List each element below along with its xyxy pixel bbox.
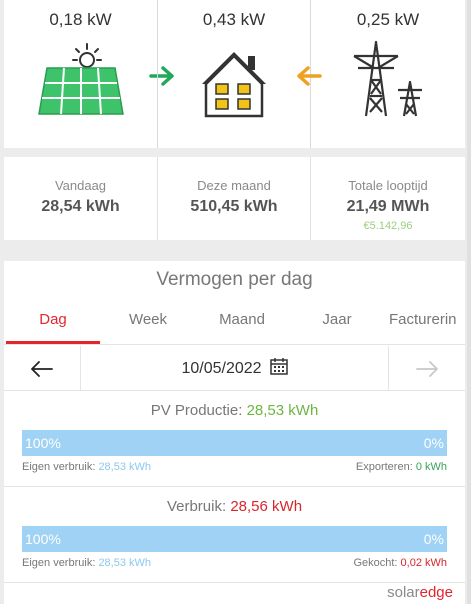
consumption-self-use-value: 28,53 kWh: [98, 557, 152, 569]
pv-self-use-value: 28,53 kWh: [98, 461, 152, 473]
consumption-bought-percent: 0%: [423, 531, 444, 547]
consumption-bought: Gekocht: 0,02 kWh: [353, 557, 447, 569]
consumption-label: Verbruik:: [166, 498, 231, 515]
arrow-right-icon: [416, 360, 438, 377]
scrollbar[interactable]: [467, 0, 471, 604]
energy-stats-card: Vandaag 28,54 kWh Deze maand 510,45 kWh …: [4, 157, 465, 240]
today-stat: Vandaag 28,54 kWh: [4, 157, 157, 240]
pv-export: Exporteren: 0 kWh: [356, 461, 447, 473]
pv-export-label: Exporteren:: [355, 461, 416, 473]
grid-power-value: 0,25 kW: [356, 10, 420, 29]
self-use-percent: 100%: [25, 435, 61, 451]
pv-production-title: PV Productie: 28,53 kWh: [4, 402, 465, 419]
consumption-self-use: Eigen verbruik: 28,53 kWh: [22, 557, 151, 569]
grid-panel[interactable]: 0,25 kW: [311, 0, 465, 148]
power-pylon-icon: [346, 38, 430, 127]
tab-day[interactable]: Dag: [6, 301, 100, 344]
consumption-section: Verbruik: 28,56 kWh 100% 0% Eigen verbru…: [4, 488, 465, 583]
selected-date: 10/05/2022: [181, 359, 262, 377]
load-panel[interactable]: 0,43 kW: [157, 0, 311, 148]
pv-production-label: PV Productie:: [150, 402, 247, 419]
solaredge-logo: solaredge: [387, 584, 453, 601]
calendar-icon: [269, 357, 288, 380]
pv-self-use-label: Eigen verbruik:: [22, 461, 99, 473]
logo-part-solar: solar: [387, 584, 420, 601]
pv-power-value: 0,18 kW: [49, 10, 112, 29]
month-stat: Deze maand 510,45 kWh: [157, 157, 311, 240]
month-value: 510,45 kWh: [190, 198, 278, 215]
lifetime-value: 21,49 MWh: [346, 198, 430, 215]
lifetime-revenue: €5.142,96: [363, 220, 413, 232]
tab-month[interactable]: Maand: [196, 301, 288, 344]
consumption-bought-label: Gekocht:: [353, 557, 401, 569]
today-label: Vandaag: [54, 178, 107, 193]
pv-production-section: PV Productie: 28,53 kWh 100% 0% Eigen ve…: [4, 392, 465, 487]
month-label: Deze maand: [197, 178, 271, 193]
tab-billing[interactable]: Facturerin: [386, 301, 465, 344]
consumption-bought-value: 0,02 kWh: [400, 557, 447, 569]
consumption-self-use-label: Eigen verbruik:: [22, 557, 99, 569]
card-title: Vermogen per dag: [156, 269, 313, 290]
pv-production-value: 28,53 kWh: [246, 402, 319, 419]
pv-self-use: Eigen verbruik: 28,53 kWh: [22, 461, 151, 473]
load-power-value: 0,43 kW: [202, 10, 266, 29]
logo-part-edge: edge: [419, 584, 453, 601]
daily-power-card: Vermogen per dag Dag Week Maand Jaar Fac…: [4, 261, 465, 604]
house-icon: [198, 38, 270, 123]
pv-production-bar: 100% 0%: [22, 430, 447, 456]
tab-year[interactable]: Jaar: [290, 301, 384, 344]
power-flow-card: 0,18 kW 0,43 kW 0,25 kW: [4, 0, 465, 148]
tab-week[interactable]: Week: [104, 301, 192, 344]
lifetime-label: Totale looptijd: [348, 178, 428, 193]
date-navigation: 10/05/2022: [4, 346, 465, 391]
date-picker[interactable]: 10/05/2022: [81, 346, 388, 391]
today-value: 28,54 kWh: [41, 198, 120, 215]
consumption-self-percent: 100%: [25, 531, 61, 547]
export-percent: 0%: [423, 435, 444, 451]
arrow-left-icon: [31, 360, 53, 377]
pv-panel[interactable]: 0,18 kW: [4, 0, 157, 148]
previous-day-button[interactable]: [4, 346, 81, 391]
pv-export-value: 0 kWh: [415, 461, 447, 473]
next-day-button[interactable]: [388, 346, 465, 391]
consumption-value: 28,56 kWh: [230, 498, 303, 515]
lifetime-stat: Totale looptijd 21,49 MWh €5.142,96: [311, 157, 465, 240]
consumption-bar: 100% 0%: [22, 526, 447, 552]
consumption-title: Verbruik: 28,56 kWh: [4, 498, 465, 515]
period-tabs: Dag Week Maand Jaar Facturerin: [4, 301, 465, 345]
solar-panel-icon: [35, 38, 127, 123]
